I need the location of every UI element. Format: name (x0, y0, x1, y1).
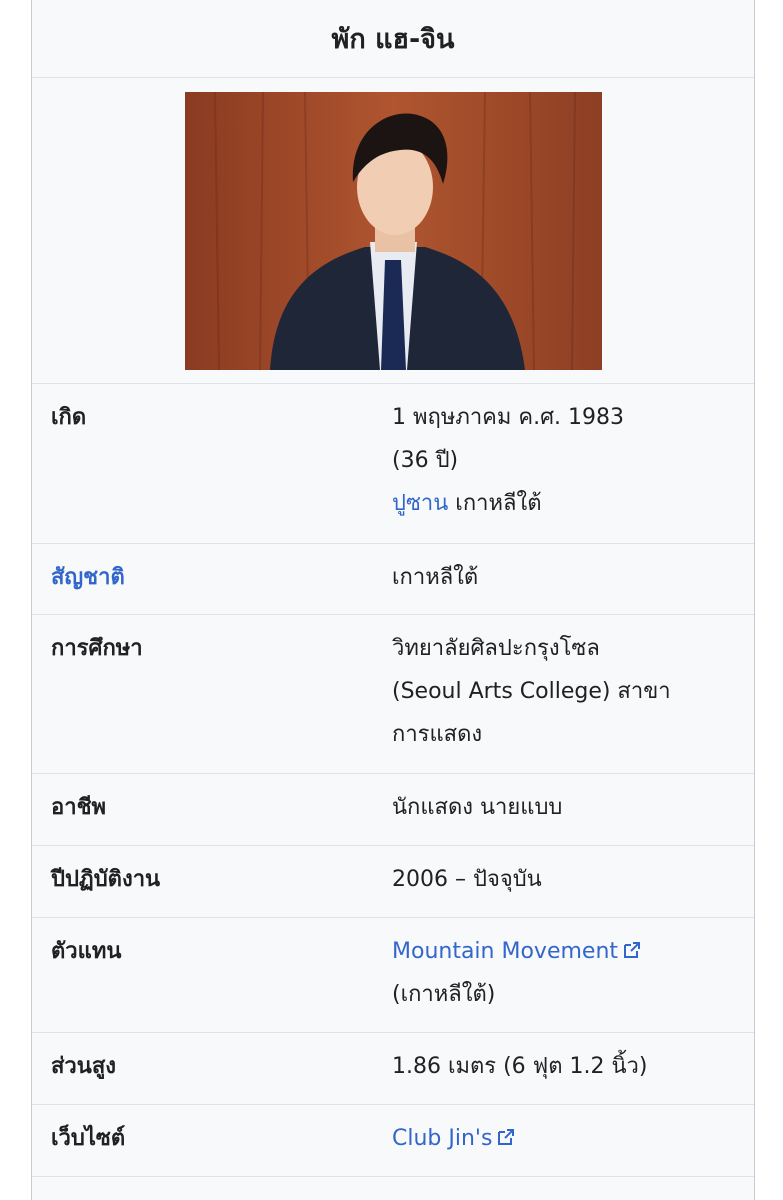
label-occupation: อาชีพ (51, 795, 106, 820)
label-education: การศึกษา (51, 636, 143, 661)
label-agent: ตัวแทน (51, 939, 122, 964)
birth-age: (36 ปี) (392, 448, 459, 473)
portrait-image[interactable] (184, 92, 602, 370)
row-height: ส่วนสูง 1.86 เมตร (6 ฟุต 1.2 นิ้ว) (32, 1033, 754, 1105)
label-years-active: ปีปฏิบัติงาน (51, 867, 161, 892)
value-education: วิทยาลัยศิลปะกรุงโซล (Seoul Arts College… (392, 615, 754, 773)
education-line-2: (Seoul Arts College) สาขา (392, 679, 671, 704)
birth-date: 1 พฤษภาคม ค.ศ. 1983 (392, 405, 625, 430)
label-height: ส่วนสูง (51, 1054, 116, 1079)
row-website: เว็บไซต์ Club Jin's (32, 1105, 754, 1177)
external-link-icon[interactable] (622, 940, 642, 960)
value-occupation: นักแสดง นายแบบ (392, 795, 563, 820)
nationality-link[interactable]: สัญชาติ (32, 544, 392, 614)
value-years-active: 2006 – ปัจจุบัน (392, 867, 542, 892)
busan-link[interactable]: ปูซาน (392, 491, 448, 516)
value-height: 1.86 เมตร (6 ฟุต 1.2 นิ้ว) (392, 1054, 648, 1079)
row-nationality: สัญชาติ เกาหลีใต้ (32, 544, 754, 615)
club-jins-link[interactable]: Club Jin's (392, 1126, 492, 1151)
infobox-title: พัก แฮ-จิน (32, 0, 754, 78)
value-birth: 1 พฤษภาคม ค.ศ. 1983 (36 ปี) ปูซาน เกาหลี… (392, 384, 754, 543)
external-link-icon[interactable] (496, 1127, 516, 1147)
agent-link-line: Mountain Movement (392, 930, 734, 973)
row-education: การศึกษา วิทยาลัยศิลปะกรุงโซล (Seoul Art… (32, 615, 754, 774)
value-website: Club Jin's (392, 1105, 754, 1176)
row-occupation: อาชีพ นักแสดง นายแบบ (32, 774, 754, 846)
value-agent: Mountain Movement (เกาหลีใต้) (392, 918, 754, 1032)
portrait-container (32, 78, 754, 384)
row-years-active: ปีปฏิบัติงาน 2006 – ปัจจุบัน (32, 846, 754, 918)
agent-country: (เกาหลีใต้) (392, 982, 496, 1007)
label-birth: เกิด (51, 405, 87, 430)
row-agent: ตัวแทน Mountain Movement (เกาหลีใต้) (32, 918, 754, 1033)
label-website: เว็บไซต์ (51, 1126, 126, 1151)
birth-place: ปูซาน เกาหลีใต้ (392, 482, 734, 525)
mountain-movement-link[interactable]: Mountain Movement (392, 939, 618, 964)
infobox: พัก แฮ-จิน เกิด 1 พฤษภาคม ค.ศ. 1983 (36 … (31, 0, 755, 1200)
birth-country: เกาหลีใต้ (455, 491, 542, 516)
row-birth: เกิด 1 พฤษภาคม ค.ศ. 1983 (36 ปี) ปูซาน เ… (32, 384, 754, 544)
education-line-3: การแสดง (392, 722, 483, 747)
value-nationality: เกาหลีใต้ (392, 565, 479, 590)
education-line-1: วิทยาลัยศิลปะกรุงโซล (392, 636, 600, 661)
